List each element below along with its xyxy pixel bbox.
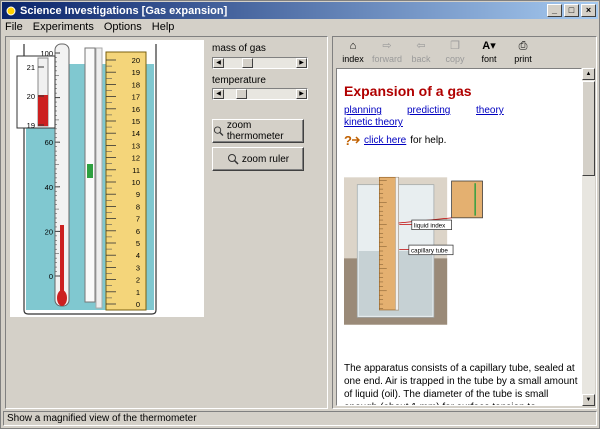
thermometer-bulb xyxy=(57,290,67,306)
forward-button[interactable]: ⇨ forward xyxy=(370,39,404,67)
thermometer-column xyxy=(60,225,64,297)
ruler-tick-label: 2 xyxy=(136,276,140,285)
window-title: Science Investigations [Gas expansion] xyxy=(20,4,228,17)
temp-left-arrow[interactable]: ◀ xyxy=(213,89,224,99)
doc-title: Expansion of a gas xyxy=(344,83,472,99)
ruler-tick-label: 4 xyxy=(136,251,140,260)
ruler-tick-label: 16 xyxy=(132,105,140,114)
temperature-slider[interactable]: ◀ ▶ xyxy=(212,88,308,100)
simulation-panel: 100806040200 212019 20191817161514131211… xyxy=(5,36,328,409)
link-theory[interactable]: theory xyxy=(476,105,504,116)
doc-content: Expansion of a gas planning predicting k… xyxy=(336,68,582,406)
ruler-tick-label: 11 xyxy=(132,166,140,175)
thermometer-tick-label: 40 xyxy=(45,183,53,192)
ruler-tick-label: 3 xyxy=(136,263,140,272)
font-icon: A▾ xyxy=(482,40,496,52)
capillary-tube-label: capillary tube xyxy=(411,247,448,254)
mass-slider-thumb[interactable] xyxy=(242,58,254,68)
question-arrow-icon: ? xyxy=(344,133,360,147)
mass-label: mass of gas xyxy=(212,43,266,54)
back-icon: ⇦ xyxy=(416,40,426,52)
temperature-label: temperature xyxy=(212,75,266,86)
minimize-button[interactable]: _ xyxy=(547,4,562,17)
magnifier-tick-label: 19 xyxy=(27,121,35,130)
app-icon xyxy=(6,6,16,15)
link-planning[interactable]: planning xyxy=(344,105,382,116)
svg-text:?: ? xyxy=(344,133,352,147)
link-predicting[interactable]: predicting xyxy=(407,105,450,116)
doc-scrollbar[interactable]: ▲ ▼ xyxy=(582,68,595,406)
menu-bar: File Experiments Options Help xyxy=(2,19,598,35)
scroll-thumb[interactable] xyxy=(582,81,595,176)
menu-options[interactable]: Options xyxy=(104,21,142,33)
index-button[interactable]: ⌂ index xyxy=(336,39,370,67)
magnifier-tick-label: 21 xyxy=(27,63,35,72)
copy-button[interactable]: ❐ copy xyxy=(438,39,472,67)
thermometer-tick-label: 60 xyxy=(45,138,53,147)
zoom-thermometer-button[interactable]: zoom thermometer xyxy=(212,119,304,143)
help-line: ? click here for help. xyxy=(344,133,447,147)
ruler-tick-label: 0 xyxy=(136,300,140,309)
print-icon: ⎙ xyxy=(518,40,528,52)
doc-toolbar: ⌂ index ⇨ forward ⇦ back ❐ copy A▾ font … xyxy=(336,39,593,67)
ruler-tick-label: 1 xyxy=(136,288,140,297)
zoom-ruler-button[interactable]: zoom ruler xyxy=(212,147,304,171)
mass-right-arrow[interactable]: ▶ xyxy=(296,58,307,68)
apparatus-drawing: 100806040200 212019 20191817161514131211… xyxy=(16,43,157,315)
link-kinetic-theory[interactable]: kinetic theory xyxy=(344,117,403,128)
menu-experiments[interactable]: Experiments xyxy=(33,21,94,33)
copy-icon: ❐ xyxy=(450,40,460,52)
ruler-tick-label: 17 xyxy=(132,93,140,102)
apparatus-view: 100806040200 212019 20191817161514131211… xyxy=(10,40,204,317)
info-panel: ⌂ index ⇨ forward ⇦ back ❐ copy A▾ font … xyxy=(332,36,597,409)
mass-slider[interactable]: ◀ ▶ xyxy=(212,57,308,69)
help-link[interactable]: click here xyxy=(364,135,406,146)
back-button[interactable]: ⇦ back xyxy=(404,39,438,67)
magnifier-box xyxy=(16,55,56,129)
app-window: Science Investigations [Gas expansion] _… xyxy=(0,0,600,429)
status-bar: Show a magnified view of the thermometer xyxy=(3,411,597,426)
magnifier-tick-label: 20 xyxy=(27,92,35,101)
ruler-tick-label: 12 xyxy=(132,154,140,163)
ruler-tick-label: 20 xyxy=(132,56,140,65)
ruler-tick-label: 10 xyxy=(132,178,140,187)
ruler-tick-label: 13 xyxy=(132,141,140,150)
ruler-tick-label: 9 xyxy=(136,190,140,199)
scroll-down-button[interactable]: ▼ xyxy=(582,394,595,406)
magnifier-icon xyxy=(213,126,224,137)
thermometer-tick-label: 0 xyxy=(49,272,53,281)
menu-help[interactable]: Help xyxy=(152,21,175,33)
forward-icon: ⇨ xyxy=(382,40,392,52)
magnifier-column xyxy=(38,95,48,126)
thermometer-tick-label: 20 xyxy=(45,227,53,236)
home-icon: ⌂ xyxy=(349,40,357,52)
ruler-tick-label: 5 xyxy=(136,239,140,248)
ruler-tick-label: 7 xyxy=(136,215,140,224)
mass-left-arrow[interactable]: ◀ xyxy=(213,58,224,68)
font-button[interactable]: A▾ font xyxy=(472,39,506,67)
temperature-slider-thumb[interactable] xyxy=(236,89,248,99)
ruler-tick-label: 8 xyxy=(136,202,140,211)
ruler-tick-label: 18 xyxy=(132,80,140,89)
ruler-tick-label: 15 xyxy=(132,117,140,126)
ruler-tick-label: 14 xyxy=(132,129,140,138)
ruler-tick-label: 6 xyxy=(136,227,140,236)
apparatus-photo: liquid index capillary tube xyxy=(344,176,483,325)
maximize-button[interactable]: □ xyxy=(564,4,579,17)
magnifier-icon xyxy=(227,154,239,165)
ruler-tick-label: 19 xyxy=(132,68,140,77)
doc-paragraph: The apparatus consists of a capillary tu… xyxy=(344,363,578,405)
menu-file[interactable]: File xyxy=(5,21,23,33)
title-bar: Science Investigations [Gas expansion] _… xyxy=(2,2,598,19)
liquid-index-label: liquid index xyxy=(414,222,446,229)
scroll-up-button[interactable]: ▲ xyxy=(582,68,595,80)
print-button[interactable]: ⎙ print xyxy=(506,39,540,67)
liquid-index xyxy=(87,164,93,178)
close-button[interactable]: × xyxy=(581,4,596,17)
temp-right-arrow[interactable]: ▶ xyxy=(296,89,307,99)
